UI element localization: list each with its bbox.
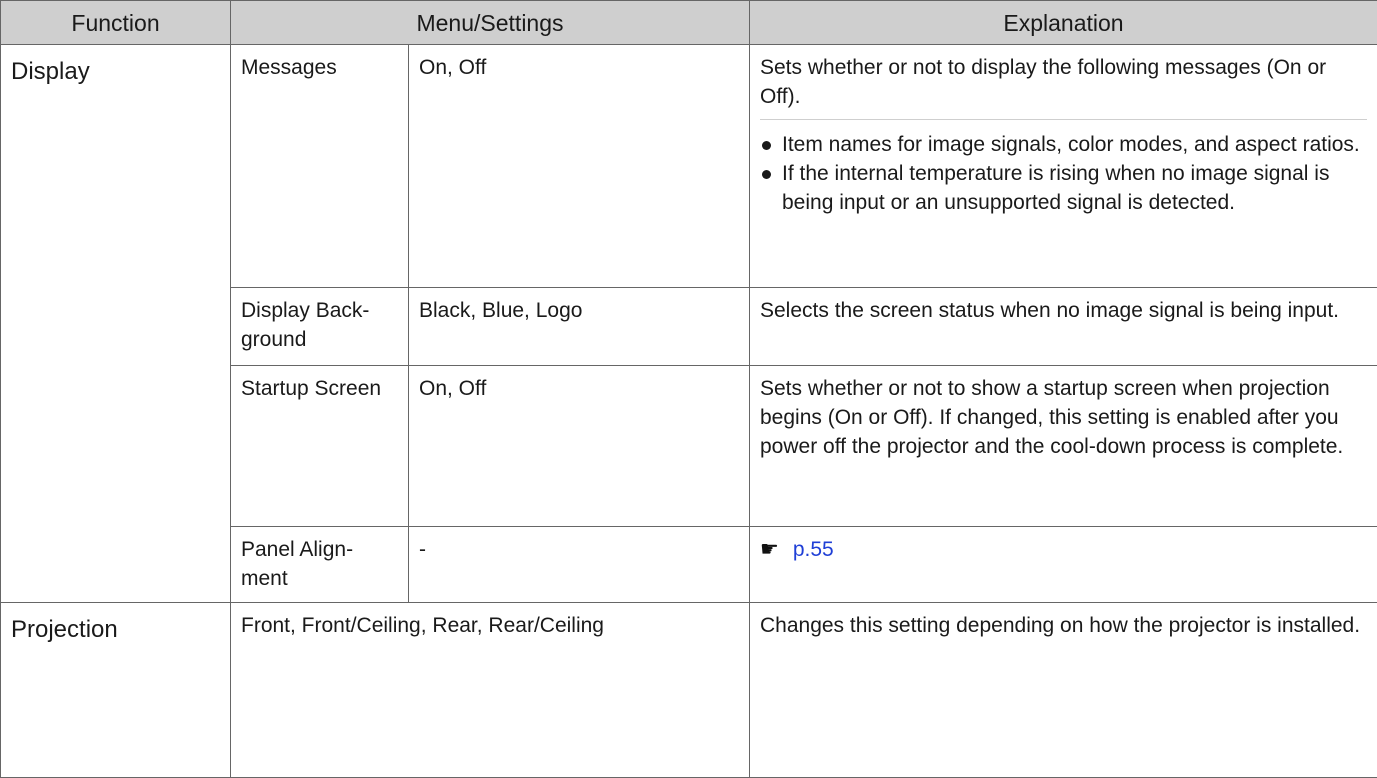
table-row: Display Messages On, Off Sets whether or… (0, 44, 1377, 603)
bullet-list: Item names for image signals, color mode… (760, 130, 1367, 217)
explanation-text: Sets whether or not to display the follo… (760, 56, 1327, 108)
bullet-icon (762, 170, 771, 179)
menu-item: Display Back-ground (230, 287, 409, 366)
header-menu-settings: Menu/Settings (230, 0, 750, 45)
explanation-cell: Sets whether or not to display the follo… (749, 44, 1377, 288)
table-header-row: Function Menu/Settings Explanation (0, 0, 1377, 45)
menu-item: Messages (230, 44, 409, 288)
header-function: Function (0, 0, 231, 45)
function-display: Display (0, 44, 231, 603)
divider (760, 119, 1367, 120)
setting-values: Front, Front/Ceiling, Rear, Rear/Ceiling (230, 602, 750, 778)
table-row: Projection Front, Front/Ceiling, Rear, R… (0, 602, 1377, 778)
function-projection: Projection (0, 602, 231, 778)
explanation-text: Selects the screen status when no image … (749, 287, 1377, 366)
page-reference-link[interactable]: p.55 (793, 538, 834, 561)
setting-values: Black, Blue, Logo (408, 287, 750, 366)
bullet-icon (762, 141, 771, 150)
list-item: Item names for image signals, color mode… (760, 130, 1367, 159)
explanation-text: Sets whether or not to show a startup sc… (749, 365, 1377, 527)
list-item-text: If the internal temperature is rising wh… (782, 162, 1330, 214)
explanation-cell: ☛ p.55 (749, 526, 1377, 603)
setting-values: - (408, 526, 750, 603)
list-item: If the internal temperature is rising wh… (760, 159, 1367, 217)
list-item-text: Item names for image signals, color mode… (782, 133, 1360, 156)
header-explanation: Explanation (749, 0, 1377, 45)
setting-values: On, Off (408, 365, 750, 527)
menu-item: Panel Align-ment (230, 526, 409, 603)
pointing-hand-icon: ☛ (760, 538, 779, 561)
setting-values: On, Off (408, 44, 750, 288)
menu-item: Startup Screen (230, 365, 409, 527)
settings-table: Function Menu/Settings Explanation Displ… (0, 0, 1377, 778)
explanation-text: Changes this setting depending on how th… (749, 602, 1377, 778)
